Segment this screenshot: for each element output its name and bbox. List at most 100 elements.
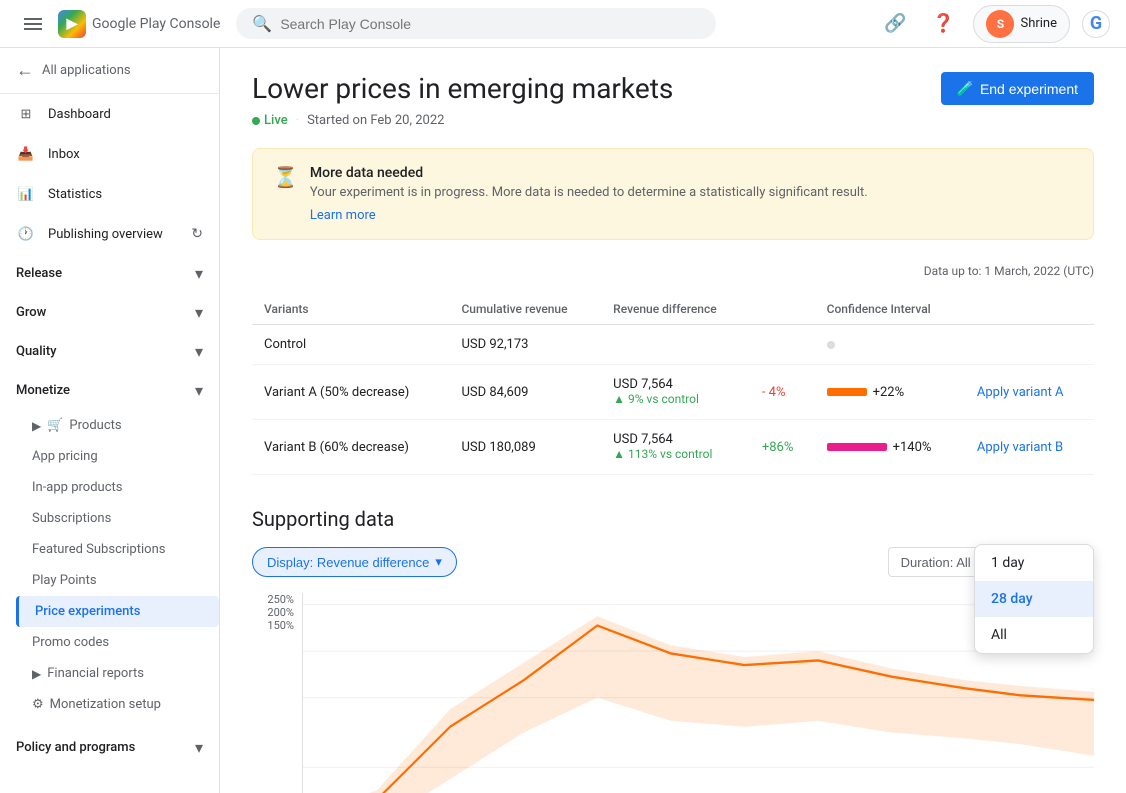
col-empty xyxy=(750,294,815,325)
table-row: Variant B (60% decrease) USD 180,089 USD… xyxy=(252,420,1094,475)
monetize-section-header[interactable]: Monetize ▾ xyxy=(0,371,219,410)
status-badge: Live xyxy=(264,113,288,128)
sidebar-item-label: App pricing xyxy=(32,449,98,464)
variant-name: Control xyxy=(252,325,449,365)
sidebar-item-price-experiments[interactable]: Price experiments xyxy=(16,596,219,627)
app-name: Google Play Console xyxy=(92,16,220,32)
link-icon[interactable]: 🔗 xyxy=(877,6,913,42)
bar-chart-icon: 📊 xyxy=(16,184,36,204)
variant-name: Variant A (50% decrease) xyxy=(252,365,449,420)
chart-area: 250% 200% 150% 50% xyxy=(252,593,1094,793)
quality-section-header[interactable]: Quality ▾ xyxy=(0,332,219,371)
sidebar-item-promo-codes[interactable]: Promo codes xyxy=(16,627,219,658)
live-dot xyxy=(252,117,260,125)
confidence xyxy=(815,325,965,365)
supporting-data-section: Supporting data Display: Revenue differe… xyxy=(252,507,1094,793)
pct-change xyxy=(750,325,815,365)
confidence-bar-orange xyxy=(827,388,867,396)
live-badge: Live xyxy=(252,113,288,128)
grow-section-header[interactable]: Grow ▾ xyxy=(0,293,219,332)
cumulative-revenue: USD 84,609 xyxy=(449,365,601,420)
sidebar-item-label: Subscriptions xyxy=(32,511,111,526)
user-name: Shrine xyxy=(1020,16,1057,31)
sidebar-item-label: Promo codes xyxy=(32,635,109,650)
sidebar-item-featured-subscriptions[interactable]: Featured Subscriptions xyxy=(16,534,219,565)
sidebar-item-play-points[interactable]: Play Points xyxy=(16,565,219,596)
sidebar-item-in-app-products[interactable]: In-app products xyxy=(16,472,219,503)
dashboard-icon: ⊞ xyxy=(16,104,36,124)
dropdown-item-28day[interactable]: 28 day xyxy=(975,581,1093,617)
search-icon: 🔍 xyxy=(252,14,272,33)
menu-toggle[interactable] xyxy=(16,7,50,41)
dropdown-item-1day[interactable]: 1 day xyxy=(975,545,1093,581)
sidebar-item-financial-reports[interactable]: ▶ Financial reports xyxy=(16,658,219,689)
y-label-150: 150% xyxy=(267,619,294,632)
sidebar-item-publishing[interactable]: 🕐 Publishing overview ↻ xyxy=(0,214,219,254)
end-experiment-label: End experiment xyxy=(980,81,1078,97)
action-apply-b[interactable]: Apply variant B xyxy=(965,420,1094,475)
help-icon[interactable]: ❓ xyxy=(925,6,961,42)
chevron-down-icon: ▾ xyxy=(435,554,442,570)
cumulative-revenue: USD 180,089 xyxy=(449,420,601,475)
sidebar-item-label: Products xyxy=(69,418,121,433)
back-arrow-icon: ← xyxy=(16,60,34,81)
expand-arrow-icon: ▶ xyxy=(32,667,41,681)
confidence: +140% xyxy=(815,420,965,475)
sidebar-item-label: Inbox xyxy=(48,147,80,162)
confidence-bar-pink xyxy=(827,443,887,451)
started-date: Started on Feb 20, 2022 xyxy=(307,113,444,128)
gear-icon: ⚙ xyxy=(32,697,44,712)
learn-more-link[interactable]: Learn more xyxy=(310,208,376,223)
display-label: Display: Revenue difference xyxy=(267,555,429,570)
warning-title: More data needed xyxy=(310,165,868,181)
sidebar-item-monetization-setup[interactable]: ⚙ Monetization setup xyxy=(16,689,219,720)
sidebar-item-label: Statistics xyxy=(48,187,102,202)
sidebar-item-label: Publishing overview xyxy=(48,227,163,242)
end-experiment-button[interactable]: 🧪 End experiment xyxy=(941,72,1095,105)
warning-box: ⏳ More data needed Your experiment is in… xyxy=(252,148,1094,240)
products-icon: 🛒 xyxy=(47,418,63,433)
chevron-up-icon: ▾ xyxy=(195,381,203,400)
display-revenue-diff-button[interactable]: Display: Revenue difference ▾ xyxy=(252,547,457,577)
quality-label: Quality xyxy=(16,344,57,359)
policy-section-header[interactable]: Policy and programs ▾ xyxy=(0,728,219,767)
sidebar-item-label: Play Points xyxy=(32,573,97,588)
duration-label: Duration: All xyxy=(901,555,971,570)
cumulative-revenue: USD 92,173 xyxy=(449,325,601,365)
search-input[interactable] xyxy=(280,16,700,32)
duration-dropdown: 1 day 28 day All xyxy=(974,544,1094,654)
action-apply-a[interactable]: Apply variant A xyxy=(965,365,1094,420)
sidebar-item-subscriptions[interactable]: Subscriptions xyxy=(16,503,219,534)
col-confidence-interval: Confidence Interval xyxy=(815,294,965,325)
pct-change: - 4% xyxy=(750,365,815,420)
release-section-header[interactable]: Release ▾ xyxy=(0,254,219,293)
google-account-icon[interactable]: G xyxy=(1082,10,1110,38)
revenue-diff: USD 7,564 ▲ 9% vs control xyxy=(601,365,750,420)
back-label: All applications xyxy=(42,63,131,78)
y-label-250: 250% xyxy=(267,593,294,606)
sidebar-item-label: In-app products xyxy=(32,480,122,495)
revenue-diff xyxy=(601,325,750,365)
dropdown-item-all[interactable]: All xyxy=(975,617,1093,653)
user-badge[interactable]: S Shrine xyxy=(973,5,1070,43)
logo-icon: ▶ xyxy=(58,10,86,38)
sidebar-item-dashboard[interactable]: ⊞ Dashboard xyxy=(0,94,219,134)
experiment-icon: 🧪 xyxy=(957,80,974,97)
back-to-apps[interactable]: ← All applications xyxy=(0,48,219,94)
refresh-icon[interactable]: ↻ xyxy=(191,226,203,242)
confidence: +22% xyxy=(815,365,965,420)
clock-icon: 🕐 xyxy=(16,224,36,244)
sidebar-item-inbox[interactable]: 📥 Inbox xyxy=(0,134,219,174)
release-label: Release xyxy=(16,266,62,281)
sidebar-item-products[interactable]: ▶ 🛒 Products xyxy=(16,410,219,441)
revenue-diff: USD 7,564 ▲ 113% vs control xyxy=(601,420,750,475)
confidence-label: +140% xyxy=(893,440,932,455)
variants-table: Variants Cumulative revenue Revenue diff… xyxy=(252,294,1094,475)
chevron-down-icon: ▾ xyxy=(195,303,203,322)
confidence-label: +22% xyxy=(873,385,905,400)
y-label-200: 200% xyxy=(267,606,294,619)
col-action xyxy=(965,294,1094,325)
sidebar-item-app-pricing[interactable]: App pricing xyxy=(16,441,219,472)
sidebar-item-statistics[interactable]: 📊 Statistics xyxy=(0,174,219,214)
policy-label: Policy and programs xyxy=(16,740,135,755)
